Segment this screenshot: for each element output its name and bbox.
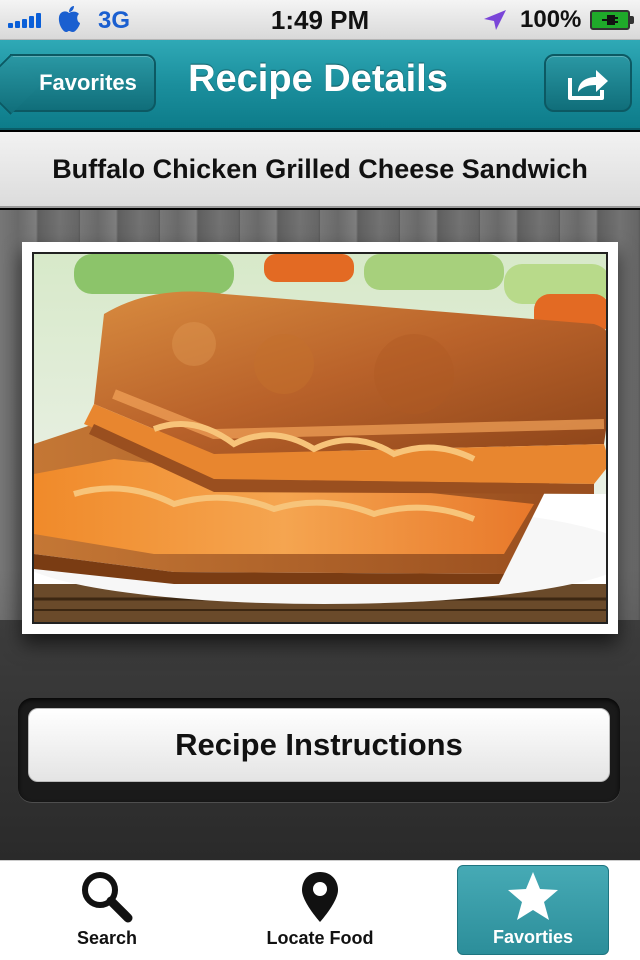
- tab-search[interactable]: Search: [32, 865, 182, 955]
- recipe-title: Buffalo Chicken Grilled Cheese Sandwich: [52, 153, 588, 184]
- map-pin-icon: [290, 868, 350, 926]
- tab-locate-food[interactable]: Locate Food: [245, 865, 395, 955]
- recipe-photo-frame: [22, 242, 618, 634]
- navigation-bar: Favorites Recipe Details: [0, 40, 640, 130]
- page-title: Recipe Details: [188, 58, 448, 100]
- instructions-button-well: Recipe Instructions: [18, 698, 620, 802]
- sandwich-photo-illustration: [34, 254, 606, 622]
- status-bar: 3G 1:49 PM 100%: [0, 0, 640, 40]
- tab-bar: Search Locate Food Favorties: [0, 860, 640, 960]
- back-button-label: Favorites: [39, 70, 137, 95]
- share-button[interactable]: [544, 54, 632, 112]
- recipe-title-bar: Buffalo Chicken Grilled Cheese Sandwich: [0, 132, 640, 208]
- battery-percent: 100%: [520, 6, 582, 33]
- back-button-favorites[interactable]: Favorites: [10, 54, 156, 112]
- share-icon: [568, 70, 608, 100]
- location-arrow-icon: [484, 10, 506, 30]
- tab-search-label: Search: [76, 928, 138, 948]
- tab-favorites-label: Favorties: [492, 927, 574, 947]
- battery-charging-icon: [590, 10, 634, 30]
- recipe-photo: [32, 252, 608, 624]
- recipe-instructions-button[interactable]: Recipe Instructions: [28, 708, 610, 782]
- tab-locate-food-label: Locate Food: [266, 928, 374, 948]
- search-icon: [77, 868, 137, 926]
- tab-favorites[interactable]: Favorties: [457, 865, 609, 955]
- star-icon: [503, 867, 563, 925]
- content-area: Recipe Instructions: [0, 210, 640, 860]
